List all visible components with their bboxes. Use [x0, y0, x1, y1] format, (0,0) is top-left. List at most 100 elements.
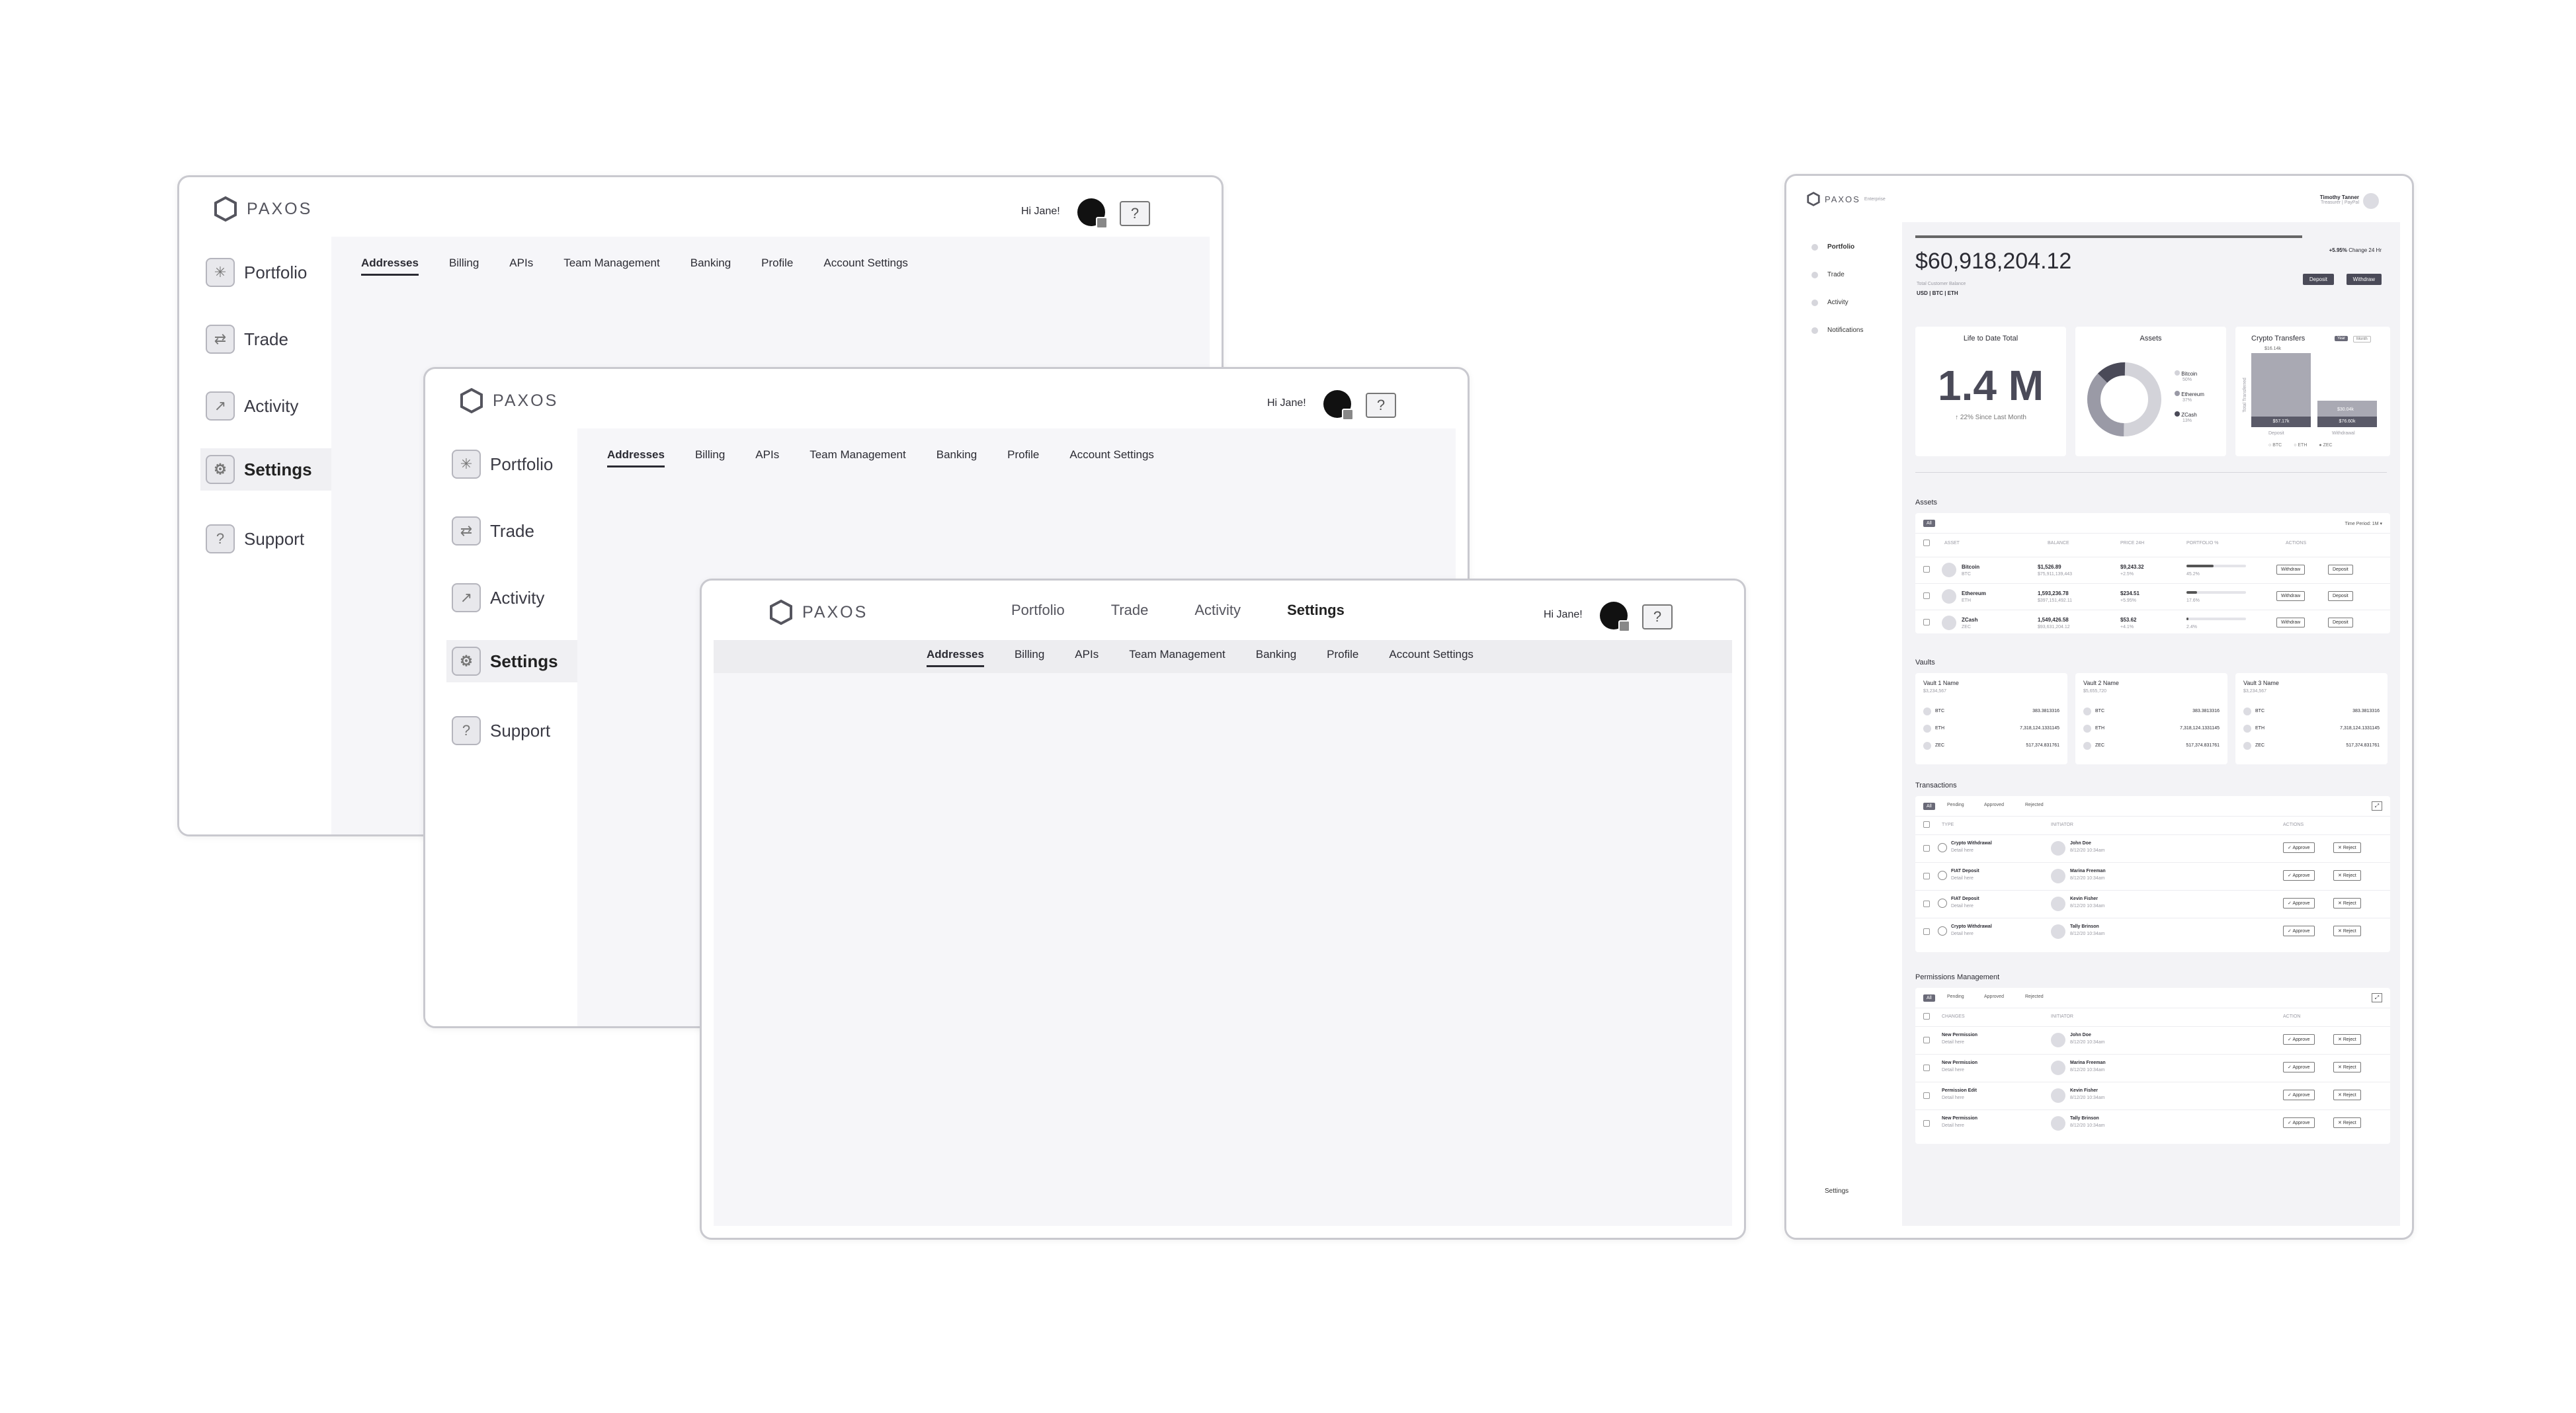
tab-banking[interactable]: Banking: [690, 257, 731, 276]
tab-banking[interactable]: Banking: [1256, 648, 1296, 667]
sidebar-item-settings[interactable]: ⚙ Settings: [200, 448, 331, 491]
question-bubble-icon[interactable]: ?: [1120, 201, 1150, 226]
vault-card[interactable]: Vault 3 Name $3,234,567 BTC 383.3813316 …: [2235, 673, 2388, 764]
reject-button[interactable]: ✕ Reject: [2333, 870, 2361, 881]
avatar[interactable]: [1600, 602, 1630, 632]
withdraw-button[interactable]: Withdraw: [2276, 565, 2306, 575]
tab-account-settings[interactable]: Account Settings: [823, 257, 908, 276]
expand-icon[interactable]: ⤢: [2372, 993, 2382, 1002]
reject-button[interactable]: ✕ Reject: [2333, 926, 2361, 936]
tab-addresses[interactable]: Addresses: [361, 257, 419, 276]
row-checkbox[interactable]: [1923, 1092, 1930, 1099]
deposit-button[interactable]: Deposit: [2328, 565, 2353, 575]
approve-button[interactable]: ✓ Approve: [2283, 1034, 2315, 1045]
vault-card[interactable]: Vault 1 Name $3,234,567 BTC 383.3813316 …: [1915, 673, 2067, 764]
row-checkbox[interactable]: [1923, 873, 1930, 879]
tab-billing[interactable]: Billing: [1015, 648, 1044, 667]
select-all-checkbox[interactable]: [1923, 540, 1930, 546]
currency-toggle[interactable]: USD | BTC | ETH: [1917, 290, 1958, 296]
filter-rejected[interactable]: Rejected: [2025, 994, 2044, 999]
sidebar-item-notifications[interactable]: Notifications: [1811, 327, 1863, 334]
question-bubble-icon[interactable]: ?: [1366, 393, 1396, 418]
reject-button[interactable]: ✕ Reject: [2333, 898, 2361, 908]
sidebar-item-activity[interactable]: ↗ Activity: [206, 391, 298, 421]
tab-addresses[interactable]: Addresses: [927, 648, 984, 667]
sidebar-item-activity[interactable]: ↗ Activity: [452, 583, 544, 612]
reject-button[interactable]: ✕ Reject: [2333, 1062, 2361, 1072]
sidebar-item-portfolio[interactable]: ✳ Portfolio: [206, 258, 307, 287]
filter-pending[interactable]: Pending: [1947, 994, 1964, 999]
deposit-button[interactable]: Deposit: [2328, 591, 2353, 601]
avatar[interactable]: [1323, 390, 1354, 421]
tab-profile[interactable]: Profile: [761, 257, 793, 276]
sidebar-item-trade[interactable]: ⇄ Trade: [452, 516, 534, 545]
approve-button[interactable]: ✓ Approve: [2283, 870, 2315, 881]
tab-banking[interactable]: Banking: [936, 448, 977, 467]
sidebar-item-settings[interactable]: Settings: [1825, 1188, 1849, 1195]
filter-all[interactable]: All: [1923, 803, 1935, 810]
tab-team-management[interactable]: Team Management: [563, 257, 660, 276]
tab-apis[interactable]: APIs: [1075, 648, 1099, 667]
approve-button[interactable]: ✓ Approve: [2283, 926, 2315, 936]
sidebar-item-support[interactable]: ? Support: [206, 524, 304, 553]
tab-profile[interactable]: Profile: [1007, 448, 1039, 467]
sidebar-item-support[interactable]: ? Support: [452, 716, 550, 745]
withdraw-button[interactable]: Withdraw: [2346, 274, 2382, 285]
row-checkbox[interactable]: [1923, 1065, 1930, 1071]
approve-button[interactable]: ✓ Approve: [2283, 1062, 2315, 1072]
sidebar-item-activity[interactable]: Activity: [1811, 299, 1849, 306]
filter-approved[interactable]: Approved: [1984, 803, 2004, 807]
approve-button[interactable]: ✓ Approve: [2283, 842, 2315, 853]
reject-button[interactable]: ✕ Reject: [2333, 842, 2361, 853]
approve-button[interactable]: ✓ Approve: [2283, 1090, 2315, 1100]
withdraw-button[interactable]: Withdraw: [2276, 618, 2306, 627]
reject-button[interactable]: ✕ Reject: [2333, 1117, 2361, 1128]
select-all-checkbox[interactable]: [1923, 1013, 1930, 1020]
tab-account-settings[interactable]: Account Settings: [1389, 648, 1474, 667]
nav-activity[interactable]: Activity: [1194, 602, 1241, 619]
approve-button[interactable]: ✓ Approve: [2283, 1117, 2315, 1128]
tab-addresses[interactable]: Addresses: [607, 448, 665, 467]
reject-button[interactable]: ✕ Reject: [2333, 1090, 2361, 1100]
row-checkbox[interactable]: [1923, 901, 1930, 907]
row-checkbox[interactable]: [1923, 619, 1930, 626]
expand-icon[interactable]: ⤢: [2372, 801, 2382, 811]
tab-profile[interactable]: Profile: [1327, 648, 1358, 667]
row-checkbox[interactable]: [1923, 566, 1930, 573]
vault-card[interactable]: Vault 2 Name $5,655,720 BTC 383.3813316 …: [2075, 673, 2227, 764]
reject-button[interactable]: ✕ Reject: [2333, 1034, 2361, 1045]
row-checkbox[interactable]: [1923, 1120, 1930, 1127]
filter-approved[interactable]: Approved: [1984, 994, 2004, 999]
tab-team-management[interactable]: Team Management: [1129, 648, 1226, 667]
tab-team-management[interactable]: Team Management: [810, 448, 906, 467]
tab-billing[interactable]: Billing: [449, 257, 479, 276]
approve-button[interactable]: ✓ Approve: [2283, 898, 2315, 908]
nav-portfolio[interactable]: Portfolio: [1011, 602, 1065, 619]
nav-trade[interactable]: Trade: [1111, 602, 1149, 619]
deposit-button[interactable]: Deposit: [2302, 274, 2334, 285]
deposit-button[interactable]: Deposit: [2328, 618, 2353, 627]
sidebar-item-portfolio[interactable]: Portfolio: [1811, 243, 1854, 251]
tab-apis[interactable]: APIs: [509, 257, 533, 276]
avatar[interactable]: [2363, 193, 2379, 209]
sidebar-item-settings[interactable]: ⚙ Settings: [446, 640, 577, 682]
sidebar-item-trade[interactable]: ⇄ Trade: [206, 325, 288, 354]
tab-account-settings[interactable]: Account Settings: [1069, 448, 1154, 467]
tab-apis[interactable]: APIs: [755, 448, 779, 467]
tab-billing[interactable]: Billing: [695, 448, 725, 467]
select-all-checkbox[interactable]: [1923, 821, 1930, 828]
filter-all[interactable]: All: [1923, 520, 1935, 527]
row-checkbox[interactable]: [1923, 928, 1930, 935]
toggle-year[interactable]: Year: [2335, 336, 2348, 341]
row-checkbox[interactable]: [1923, 845, 1930, 852]
filter-pending[interactable]: Pending: [1947, 803, 1964, 807]
question-bubble-icon[interactable]: ?: [1642, 604, 1673, 629]
withdraw-button[interactable]: Withdraw: [2276, 591, 2306, 601]
sidebar-item-trade[interactable]: Trade: [1811, 271, 1845, 278]
nav-settings[interactable]: Settings: [1287, 602, 1345, 619]
toggle-month[interactable]: Month: [2353, 336, 2371, 343]
row-checkbox[interactable]: [1923, 592, 1930, 599]
sidebar-item-portfolio[interactable]: ✳ Portfolio: [452, 450, 553, 479]
avatar[interactable]: [1077, 198, 1108, 229]
filter-rejected[interactable]: Rejected: [2025, 803, 2044, 807]
